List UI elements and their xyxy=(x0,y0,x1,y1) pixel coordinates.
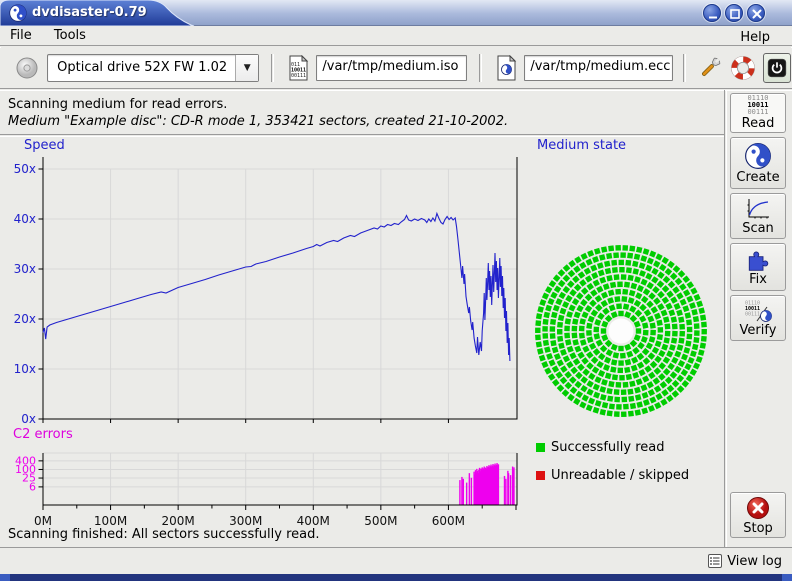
svg-text:400M: 400M xyxy=(297,514,330,528)
toolbar-separator xyxy=(271,54,273,82)
quit-power-icon xyxy=(766,57,788,79)
speed-chart-title: Speed xyxy=(24,138,65,153)
create-button[interactable]: Create xyxy=(730,137,786,189)
legend-label-unreadable: Unreadable / skipped xyxy=(551,468,689,483)
ecc-file-input[interactable]: /var/tmp/medium.ecc xyxy=(524,55,673,81)
resize-grip-left[interactable] xyxy=(0,574,10,581)
view-log-button[interactable]: View log xyxy=(707,553,782,569)
fix-button[interactable]: Fix xyxy=(730,243,786,291)
c2-errors-title: C2 errors xyxy=(13,427,73,442)
quit-button[interactable] xyxy=(763,53,791,83)
window-title: dvdisaster-0.79 xyxy=(32,5,147,20)
toolbar-separator xyxy=(479,54,481,82)
svg-text:10x: 10x xyxy=(14,362,36,376)
iso-file-button[interactable]: 011 10011 00111 xyxy=(285,53,311,83)
legend-item-unreadable: Unreadable / skipped xyxy=(536,468,689,483)
svg-text:40x: 40x xyxy=(14,212,36,226)
toolbar-separator xyxy=(683,54,685,82)
svg-text:200M: 200M xyxy=(162,514,195,528)
action-sidebar: 01110 10011 00111 Read Create Sca xyxy=(726,88,792,547)
medium-state-title: Medium state xyxy=(537,138,626,153)
scan-button[interactable]: Scan xyxy=(730,193,786,239)
svg-text:0x: 0x xyxy=(21,412,36,426)
legend-swatch-unreadable xyxy=(536,471,545,480)
drive-button[interactable] xyxy=(13,53,41,83)
help-button[interactable] xyxy=(729,53,755,83)
svg-text:00111: 00111 xyxy=(745,311,760,317)
svg-text:30x: 30x xyxy=(14,262,36,276)
read-icon: 01110 10011 00111 xyxy=(747,95,768,116)
iso-file-input[interactable]: /var/tmp/medium.iso xyxy=(316,55,467,81)
preferences-button[interactable] xyxy=(697,53,723,83)
svg-text:400: 400 xyxy=(15,454,36,467)
scan-button-label: Scan xyxy=(742,221,774,236)
read-button[interactable]: 01110 10011 00111 Read xyxy=(730,93,786,133)
svg-text:00111: 00111 xyxy=(291,73,306,79)
svg-text:20x: 20x xyxy=(14,312,36,326)
titlebar[interactable]: dvdisaster-0.79 xyxy=(0,0,792,26)
maximize-button[interactable] xyxy=(725,4,743,22)
svg-text:300M: 300M xyxy=(229,514,262,528)
fix-button-label: Fix xyxy=(749,272,767,287)
speed-line-series xyxy=(43,214,510,362)
app-icon xyxy=(9,4,27,22)
legend-swatch-read xyxy=(536,443,545,452)
x-axis-labels: 0M 100M 200M 300M 400M 500M 600M xyxy=(34,514,465,528)
resize-grip-right[interactable] xyxy=(782,574,792,581)
menubar: File Tools Help xyxy=(1,26,791,46)
medium-state-disc xyxy=(535,245,707,417)
minimize-button[interactable] xyxy=(703,4,721,22)
scan-result-line: Scanning finished: All sectors successfu… xyxy=(8,527,320,542)
menu-tools[interactable]: Tools xyxy=(45,26,95,46)
read-button-label: Read xyxy=(742,116,775,131)
verify-button[interactable]: 01110 10011 00111 Verify xyxy=(730,295,786,341)
legend-label-read: Successfully read xyxy=(551,440,664,455)
c2-chart-gridlines xyxy=(43,453,517,505)
svg-text:600M: 600M xyxy=(432,514,465,528)
stop-button[interactable]: Stop xyxy=(730,492,786,538)
drive-selector-value: Optical drive 52X FW 1.02 xyxy=(48,55,235,81)
c2-y-axis-labels: 625100400 xyxy=(15,454,36,493)
chevron-down-icon[interactable]: ▼ xyxy=(235,55,258,81)
toolbar: Optical drive 52X FW 1.02 ▼ 011 10011 00… xyxy=(1,47,791,88)
close-button[interactable] xyxy=(747,4,765,22)
verify-button-label: Verify xyxy=(740,323,777,338)
app-window: dvdisaster-0.79 File Tools Help Optical … xyxy=(0,0,792,581)
drive-icon xyxy=(15,56,39,80)
create-button-label: Create xyxy=(736,170,779,185)
window-bottom-border xyxy=(0,574,792,581)
svg-text:0M: 0M xyxy=(34,514,52,528)
verify-icon: 01110 10011 00111 xyxy=(743,299,773,323)
ecc-file-button[interactable] xyxy=(493,53,519,83)
menu-file[interactable]: File xyxy=(1,26,41,46)
stop-icon xyxy=(745,495,771,521)
speed-chart-gridlines xyxy=(43,169,517,419)
legend-item-read: Successfully read xyxy=(536,440,664,455)
ecc-file-icon xyxy=(496,55,517,81)
scan-chart-icon xyxy=(745,197,771,221)
help-lifebuoy-icon xyxy=(730,55,756,81)
view-log-label: View log xyxy=(727,554,782,569)
svg-text:50x: 50x xyxy=(14,162,36,176)
preferences-wrench-icon xyxy=(697,55,723,81)
svg-text:100M: 100M xyxy=(94,514,127,528)
statusbar: View log xyxy=(0,549,792,574)
speed-y-axis-labels: 0x 10x 20x 30x 40x 50x xyxy=(14,162,36,426)
create-yin-yang-icon xyxy=(744,142,772,170)
log-list-icon xyxy=(707,553,723,569)
stop-button-label: Stop xyxy=(743,521,773,536)
svg-text:500M: 500M xyxy=(364,514,397,528)
drive-selector[interactable]: Optical drive 52X FW 1.02 ▼ xyxy=(47,54,259,82)
iso-file-icon: 011 10011 00111 xyxy=(288,55,309,81)
fix-puzzle-icon xyxy=(745,248,771,272)
